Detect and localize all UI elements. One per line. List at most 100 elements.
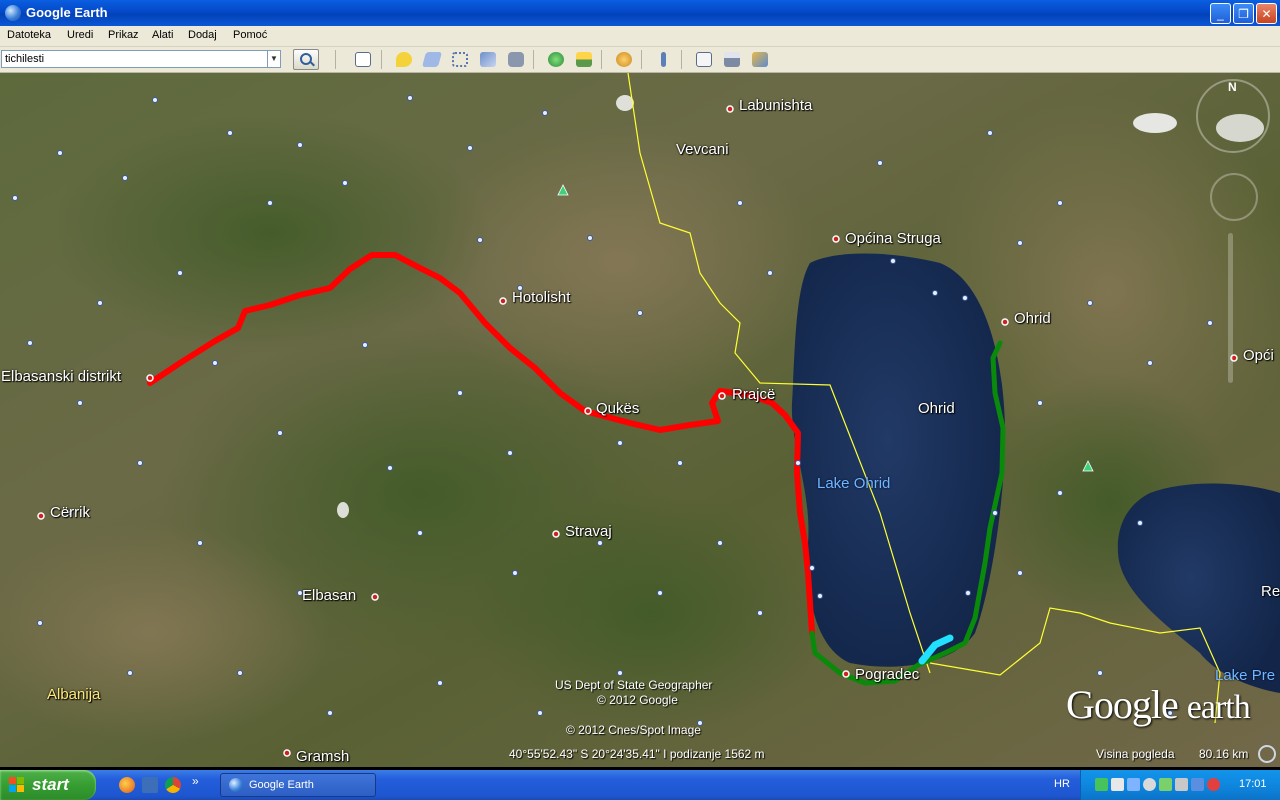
tray-app-icon[interactable] [1159,778,1172,791]
historical-imagery-button[interactable] [545,50,567,69]
streaming-status-icon [1258,745,1276,763]
place-label[interactable]: Cërrik [50,504,90,521]
planets-icon [616,52,632,67]
add-polygon-button[interactable] [421,50,443,69]
firefox-icon[interactable] [119,777,135,793]
tray-app-icon[interactable] [1191,778,1204,791]
cursor-coordinates: 40°55'52.43" S 20°24'35.41" I podizanje … [509,747,765,761]
chrome-icon[interactable] [165,777,181,793]
compass-north-label: N [1228,80,1237,94]
place-label[interactable]: Gramsh [296,748,349,765]
menu-alati[interactable]: Alati [152,29,173,41]
place-label[interactable]: Ohrid [918,400,955,417]
historical-imagery-icon [548,52,564,67]
place-label[interactable]: Pogradec [855,666,919,683]
title-bar: Google Earth _ ❐ ✕ [0,0,1280,26]
toolbar-divider [533,50,534,69]
place-label[interactable]: Qukës [596,400,639,417]
record-tour-icon [508,52,524,67]
earth-map-view[interactable]: N Labunishta Vevcani Općina Struga Ohrid… [0,73,1280,767]
add-path-button[interactable] [449,50,471,69]
email-icon [696,52,712,67]
menu-dodaj[interactable]: Dodaj [188,29,217,41]
toolbar-divider [641,50,642,69]
tray-app-icon[interactable] [1143,778,1156,791]
search-history-dropdown[interactable]: ▼ [267,50,281,68]
toolbar-divider [681,50,682,69]
add-placemark-icon [396,52,412,67]
toolbar-divider [601,50,602,69]
sunlight-icon [576,52,592,67]
menu-bar: Datoteka Uredi Prikaz Alati Dodaj Pomoć [0,26,1280,47]
save-image-button[interactable] [749,50,771,69]
close-button[interactable]: ✕ [1256,3,1277,24]
ruler-button[interactable] [653,50,675,69]
toolbar-divider [335,50,336,69]
google-earth-icon [5,5,21,21]
language-indicator[interactable]: HR [1054,778,1070,790]
print-icon [724,52,740,67]
volume-icon[interactable] [1175,778,1188,791]
lake-label[interactable]: Lake Ohrid [817,475,890,492]
place-label[interactable]: Hotolisht [512,289,570,306]
country-label[interactable]: Albanija [47,686,100,703]
print-button[interactable] [721,50,743,69]
imagery-credit: © 2012 Google [597,693,678,707]
taskbar: start » Google Earth HR 17:01 [0,770,1280,800]
imagery-credit: © 2012 Cnes/Spot Image [566,723,701,737]
window-title: Google Earth [26,5,108,20]
email-button[interactable] [693,50,715,69]
place-label[interactable]: Labunishta [739,97,812,114]
menu-prikaz[interactable]: Prikaz [108,29,139,41]
menu-datoteka[interactable]: Datoteka [7,29,51,41]
eye-altitude-value: 80.16 km [1199,747,1249,761]
quick-launch-more[interactable]: » [192,774,199,788]
imagery-credit: US Dept of State Geographer [555,678,713,692]
satellite-imagery [0,73,1280,767]
toolbar: tichilesti ▼ [0,47,1280,73]
zoom-slider[interactable] [1228,233,1233,383]
add-path-icon [452,52,468,67]
record-tour-button[interactable] [505,50,527,69]
sidebar-toggle-icon [355,52,371,67]
search-input[interactable]: tichilesti [1,50,270,68]
add-image-overlay-button[interactable] [477,50,499,69]
place-label[interactable]: Stravaj [565,523,612,540]
taskbar-google-earth[interactable]: Google Earth [220,773,376,797]
windows-logo-icon [9,777,25,793]
network-icon[interactable] [1111,778,1124,791]
place-label[interactable]: Rrajcë [732,386,775,403]
save-image-icon [752,52,768,67]
sidebar-toggle-button[interactable] [352,50,374,69]
desktop-icon[interactable] [142,777,158,793]
place-label[interactable]: Elbasan [302,587,356,604]
place-label[interactable]: Re [1261,583,1280,600]
planets-button[interactable] [613,50,635,69]
add-polygon-icon [421,52,443,67]
clock[interactable]: 17:01 [1239,778,1267,790]
toolbar-divider [381,50,382,69]
menu-uredi[interactable]: Uredi [67,29,93,41]
place-label[interactable]: Elbasanski distrikt [1,368,121,385]
compass-control[interactable]: N [1196,79,1270,153]
search-button[interactable] [293,49,319,70]
start-button[interactable]: start [0,770,96,800]
bluetooth-icon[interactable] [1127,778,1140,791]
google-earth-icon [229,778,243,792]
add-image-overlay-icon [480,52,496,67]
pan-control[interactable] [1210,173,1258,221]
menu-pomoc[interactable]: Pomoć [233,29,267,41]
google-earth-logo: Google earth [1066,682,1251,727]
place-label[interactable]: Opći [1243,347,1274,364]
place-label[interactable]: Ohrid [1014,310,1051,327]
place-label[interactable]: Općina Struga [845,230,941,247]
place-label[interactable]: Vevcani [676,141,729,158]
minimize-button[interactable]: _ [1210,3,1231,24]
add-placemark-button[interactable] [393,50,415,69]
eye-altitude-label: Visina pogleda [1096,747,1175,761]
sunlight-button[interactable] [573,50,595,69]
tray-app-icon[interactable] [1207,778,1220,791]
ruler-icon [661,52,666,67]
tray-app-icon[interactable] [1095,778,1108,791]
maximize-button[interactable]: ❐ [1233,3,1254,24]
